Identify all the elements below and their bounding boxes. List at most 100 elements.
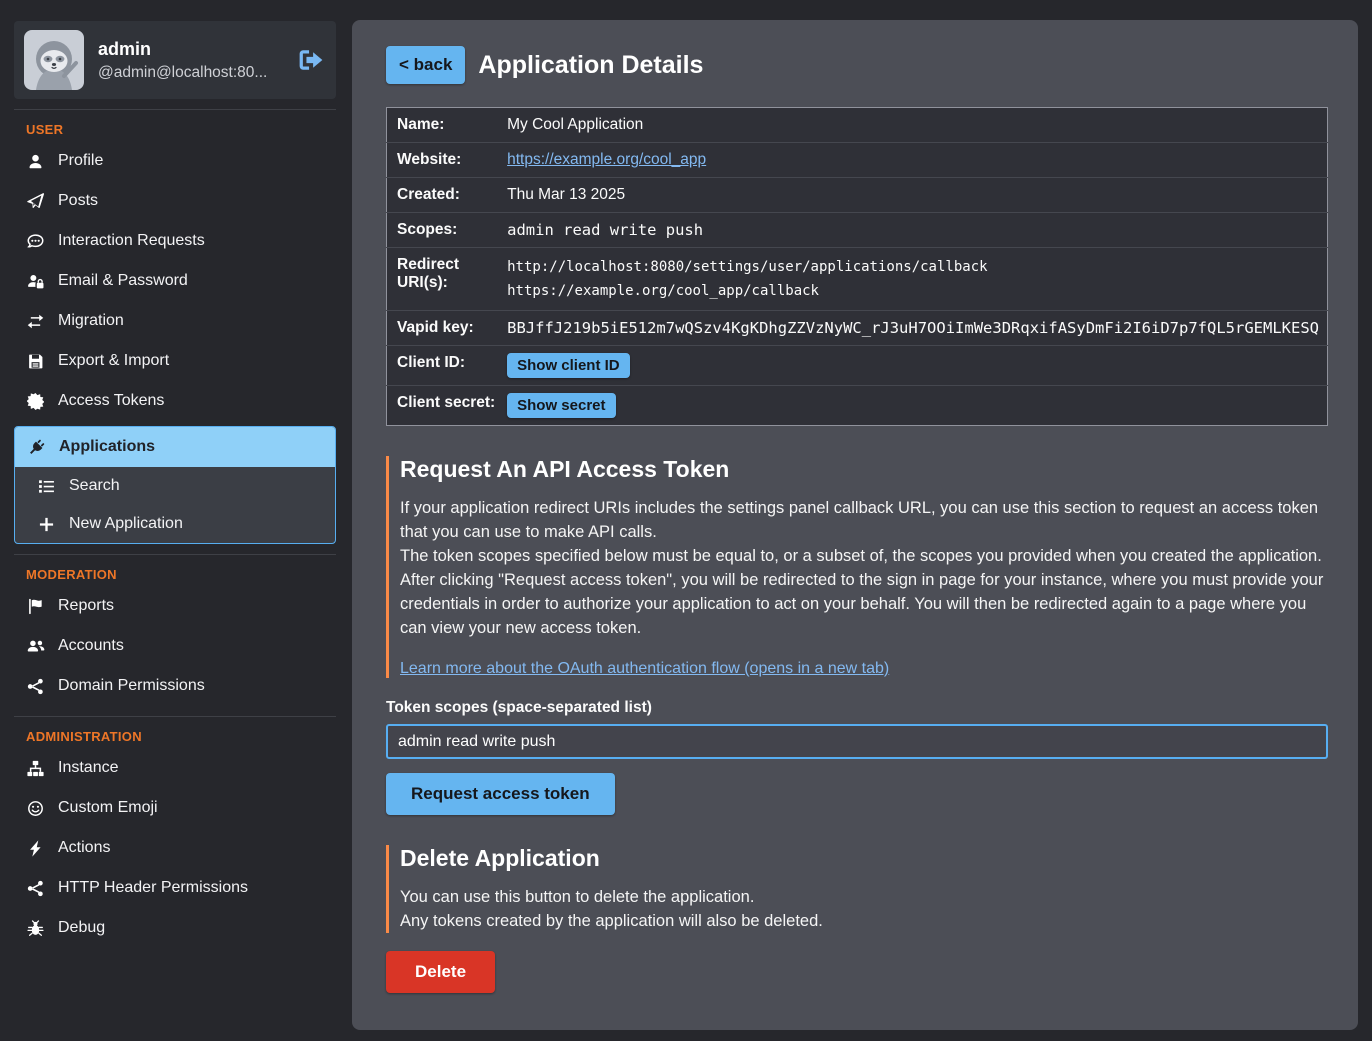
sidebar-item-http-header-permissions[interactable]: HTTP Header Permissions <box>0 868 352 908</box>
sidebar-item-instance[interactable]: Instance <box>0 748 352 788</box>
sidebar-item-interaction-requests[interactable]: Interaction Requests <box>0 221 352 261</box>
sidebar-item-applications-search[interactable]: Search <box>15 467 335 505</box>
token-scopes-label: Token scopes (space-separated list) <box>386 699 1328 717</box>
row-label: Client secret: <box>387 386 508 426</box>
row-value: My Cool Application <box>507 108 1327 143</box>
redirect-uri: https://example.org/cool_app/callback <box>507 279 1319 303</box>
show-client-id-button[interactable]: Show client ID <box>507 353 630 378</box>
sidebar-section-moderation: MODERATION <box>26 567 352 582</box>
sidebar-item-label: Export & Import <box>58 352 169 370</box>
row-value: http://localhost:8080/settings/user/appl… <box>507 248 1327 311</box>
oauth-docs-link[interactable]: Learn more about the OAuth authenticatio… <box>400 660 889 678</box>
sidebar-item-migration[interactable]: Migration <box>0 301 352 341</box>
sidebar-item-label: New Application <box>69 515 183 533</box>
row-label: Name: <box>387 108 508 143</box>
section-paragraph: If your application redirect URIs includ… <box>400 496 1328 544</box>
page-title: Application Details <box>478 51 703 80</box>
paper-plane-icon <box>26 193 45 210</box>
sidebar-item-label: Domain Permissions <box>58 677 205 695</box>
user-handle: @admin@localhost:80... <box>98 64 267 82</box>
flag-icon <box>26 598 45 615</box>
delete-button[interactable]: Delete <box>386 951 495 993</box>
sidebar-item-custom-emoji[interactable]: Custom Emoji <box>0 788 352 828</box>
sidebar-item-applications[interactable]: Applications <box>15 427 335 467</box>
sidebar-item-label: Migration <box>58 312 124 330</box>
row-label: Created: <box>387 178 508 213</box>
sidebar-item-label: Reports <box>58 597 114 615</box>
request-token-section: Request An API Access Token If your appl… <box>386 456 1328 815</box>
sidebar-item-reports[interactable]: Reports <box>0 586 352 626</box>
main-panel: < back Application Details Name: My Cool… <box>352 20 1358 1030</box>
user-card[interactable]: admin @admin@localhost:80... <box>14 21 336 99</box>
plug-icon <box>27 439 46 456</box>
table-row-client-secret: Client secret: Show secret <box>387 386 1328 426</box>
sidebar-item-debug[interactable]: Debug <box>0 908 352 948</box>
section-paragraph: After clicking "Request access token", y… <box>400 568 1328 640</box>
sidebar-section-user: USER <box>26 122 352 137</box>
sidebar-item-label: Instance <box>58 759 118 777</box>
row-label: Website: <box>387 143 508 178</box>
sidebar-item-domain-permissions[interactable]: Domain Permissions <box>0 666 352 706</box>
bug-icon <box>26 920 45 937</box>
floppy-disk-icon <box>26 353 45 370</box>
section-paragraph: You can use this button to delete the ap… <box>400 885 1328 909</box>
sidebar-item-label: Access Tokens <box>58 392 164 410</box>
applications-menu-block: Applications Search New Application <box>14 426 336 544</box>
divider <box>14 554 336 555</box>
person-icon <box>26 153 45 170</box>
delete-application-section: Delete Application You can use this butt… <box>386 845 1328 993</box>
token-scopes-input[interactable] <box>386 724 1328 759</box>
sidebar-item-label: Debug <box>58 919 105 937</box>
sidebar-item-export-import[interactable]: Export & Import <box>0 341 352 381</box>
user-meta: admin @admin@localhost:80... <box>98 39 267 82</box>
table-row-vapid-key: Vapid key: BBJffJ219b5iE512m7wQSzv4KgKDh… <box>387 311 1328 346</box>
show-secret-button[interactable]: Show secret <box>507 393 615 418</box>
row-label: Scopes: <box>387 213 508 248</box>
section-title: Delete Application <box>400 845 1328 872</box>
sidebar-item-profile[interactable]: Profile <box>0 141 352 181</box>
sidebar-item-label: Actions <box>58 839 110 857</box>
table-row-created: Created: Thu Mar 13 2025 <box>387 178 1328 213</box>
list-icon <box>37 478 56 495</box>
website-link[interactable]: https://example.org/cool_app <box>507 151 706 168</box>
sidebar: admin @admin@localhost:80... USER Profil… <box>0 0 352 1041</box>
settings-app: admin @admin@localhost:80... USER Profil… <box>0 0 1372 1041</box>
request-access-token-button[interactable]: Request access token <box>386 773 615 815</box>
sidebar-item-label: Interaction Requests <box>58 232 205 250</box>
sidebar-item-posts[interactable]: Posts <box>0 181 352 221</box>
sidebar-item-label: Email & Password <box>58 272 188 290</box>
sidebar-item-label: HTTP Header Permissions <box>58 879 248 897</box>
table-row-redirect-uris: Redirect URI(s): http://localhost:8080/s… <box>387 248 1328 311</box>
sidebar-item-label: Custom Emoji <box>58 799 158 817</box>
face-smile-icon <box>26 800 45 817</box>
table-row-client-id: Client ID: Show client ID <box>387 346 1328 386</box>
sidebar-item-email-password[interactable]: Email & Password <box>0 261 352 301</box>
arrows-left-right-icon <box>26 313 45 330</box>
row-label: Redirect URI(s): <box>387 248 508 311</box>
sidebar-item-actions[interactable]: Actions <box>0 828 352 868</box>
row-value: BBJffJ219b5iE512m7wQSzv4KgKDhgZZVzNyWC_r… <box>507 311 1327 346</box>
sidebar-item-label: Applications <box>59 438 155 456</box>
section-paragraph: The token scopes specified below must be… <box>400 544 1328 568</box>
back-button[interactable]: < back <box>386 46 465 84</box>
logout-icon[interactable] <box>298 47 324 73</box>
bolt-icon <box>26 840 45 857</box>
sidebar-item-access-tokens[interactable]: Access Tokens <box>0 381 352 421</box>
sidebar-item-label: Search <box>69 477 120 495</box>
section-paragraph: Any tokens created by the application wi… <box>400 909 1328 933</box>
sidebar-item-label: Accounts <box>58 637 124 655</box>
certificate-icon <box>26 393 45 410</box>
delete-description: Delete Application You can use this butt… <box>386 845 1328 933</box>
table-row-name: Name: My Cool Application <box>387 108 1328 143</box>
sidebar-section-administration: ADMINISTRATION <box>26 729 352 744</box>
row-value: Thu Mar 13 2025 <box>507 178 1327 213</box>
sidebar-item-new-application[interactable]: New Application <box>15 505 335 543</box>
sitemap-icon <box>26 760 45 777</box>
table-row-website: Website: https://example.org/cool_app <box>387 143 1328 178</box>
main-area: < back Application Details Name: My Cool… <box>352 0 1372 1041</box>
section-title: Request An API Access Token <box>400 456 1328 483</box>
request-token-description: Request An API Access Token If your appl… <box>386 456 1328 678</box>
redirect-uri: http://localhost:8080/settings/user/appl… <box>507 255 1319 279</box>
table-row-scopes: Scopes: admin read write push <box>387 213 1328 248</box>
sidebar-item-accounts[interactable]: Accounts <box>0 626 352 666</box>
